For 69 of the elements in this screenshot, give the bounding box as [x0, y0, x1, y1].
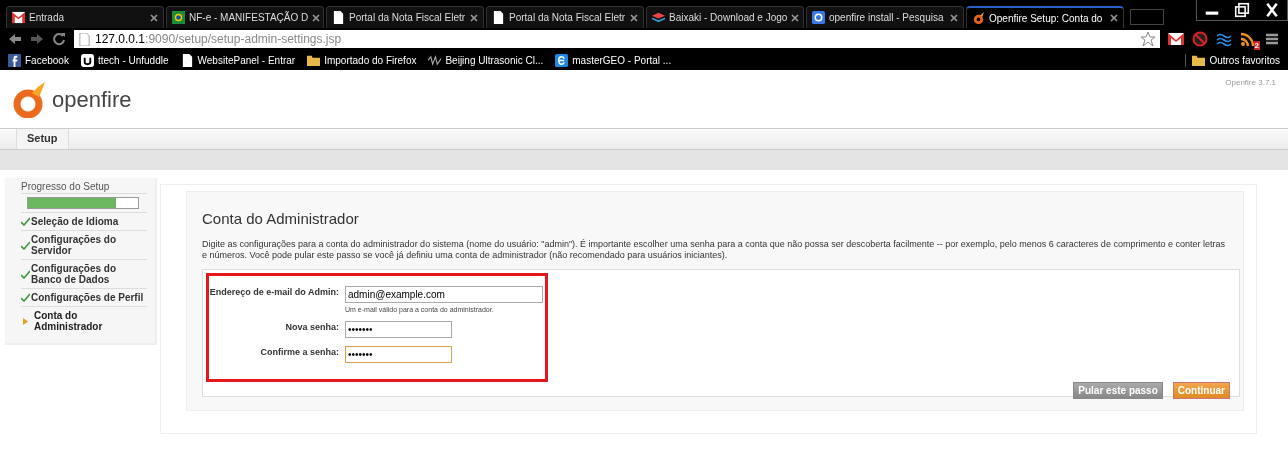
nav-tab[interactable]: Setup: [16, 129, 69, 149]
wave-icon: [428, 53, 442, 67]
e-logo-icon: [555, 53, 569, 67]
star-icon[interactable]: [1140, 31, 1156, 47]
facebook-icon: [8, 53, 21, 67]
setup-step[interactable]: Conta do Administrador: [21, 306, 147, 335]
browser-tab[interactable]: Portal da Nota Fiscal Eletr: [486, 6, 644, 28]
search-engine-icon: [812, 11, 825, 24]
close-icon[interactable]: [470, 13, 478, 22]
bookmark-link[interactable]: WebsitePanel - Entrar: [180, 53, 296, 67]
flame-icon: [972, 11, 985, 25]
bookmark-link[interactable]: masterGEO - Portal ...: [555, 53, 672, 67]
page-icon: [78, 32, 91, 46]
bookmark-link[interactable]: Importado do Firefox: [307, 53, 417, 67]
waves-icon[interactable]: [1216, 31, 1232, 47]
setup-step[interactable]: Configurações de Perfil: [21, 288, 147, 306]
close-icon[interactable]: [312, 13, 321, 22]
openfire-logo-text: openfire: [52, 87, 132, 113]
check-icon: [21, 269, 30, 279]
back-icon[interactable]: [8, 32, 22, 46]
setup-step[interactable]: Seleção de Idioma: [21, 212, 147, 230]
input-field[interactable]: •••••••: [345, 346, 452, 363]
page-icon: [492, 11, 505, 24]
rss-icon[interactable]: [1240, 31, 1256, 47]
browser-tab[interactable]: Entrada: [6, 6, 164, 28]
bookmark-link[interactable]: ttech - Unfuddle: [80, 53, 169, 67]
close-icon[interactable]: [630, 13, 638, 22]
description-text: Digite as configurações para a conta do administrador do sistema (nome do usuário: "admin"). É importante escolher uma senha para a conta que não possa ser descoberta facilmente -- por exemplo, pelo menos 6 caracteres de comprimento e conter letras e números. Você pode pular este passo se você já definiu uma conta de administrador (não recomendado para usuários iniciantes).: [202, 239, 1226, 261]
layers-icon: [652, 11, 665, 24]
field-label: Nova senha:: [284, 321, 339, 332]
folder-icon: [307, 53, 321, 67]
page-title: Conta do Administrador: [202, 210, 360, 227]
browser-tab[interactable]: Baixaki - Download e Jogo: [646, 6, 804, 28]
version-label: Openfire 3.7.1: [1225, 78, 1276, 87]
bookmark-folder[interactable]: Outros favoritos: [1185, 53, 1280, 67]
blocked-icon[interactable]: [1192, 31, 1208, 47]
bookmark-link[interactable]: Beijing Ultrasonic Cl...: [428, 53, 544, 67]
mail-icon: [12, 11, 25, 24]
field-label: Confirme a senha:: [259, 346, 339, 357]
arrow-icon: [23, 317, 28, 325]
page-icon: [180, 53, 194, 67]
check-icon: [21, 293, 30, 302]
check-icon: [21, 217, 30, 226]
setup-step[interactable]: Configurações do Servidor: [21, 230, 147, 259]
setup-step[interactable]: Configurações do Banco de Dados: [21, 259, 147, 288]
input-field[interactable]: admin@example.com: [345, 286, 543, 303]
flame-logo-icon: [12, 82, 46, 118]
reload-icon[interactable]: [52, 32, 66, 46]
menu-icon[interactable]: [1264, 31, 1280, 47]
field-label: Endereço de e-mail do Admin:: [209, 286, 339, 297]
input-field[interactable]: •••••••: [345, 321, 452, 338]
check-icon: [21, 240, 30, 250]
browser-tab[interactable]: openfire install - Pesquisa: [806, 6, 964, 28]
close-icon[interactable]: [950, 13, 958, 22]
close-icon[interactable]: [150, 13, 158, 22]
bookmark-link[interactable]: Facebook: [8, 53, 69, 67]
close-icon[interactable]: [791, 13, 800, 22]
u-logo-icon: [80, 53, 94, 67]
browser-tab[interactable]: NF-e - MANIFESTAÇÃO D: [166, 6, 324, 28]
browser-tab[interactable]: Portal da Nota Fiscal Eletr: [326, 6, 484, 28]
address-bar[interactable]: 127.0.0.1:9090/setup/setup-admin-settings.jsp: [74, 30, 1160, 48]
folder-icon: [1192, 53, 1206, 67]
forward-icon[interactable]: [30, 32, 44, 46]
browser-tab[interactable]: Openfire Setup: Conta do: [966, 6, 1124, 28]
page-icon: [332, 11, 345, 24]
feed-count-badge: 2: [1253, 41, 1260, 50]
close-icon[interactable]: [1110, 14, 1118, 22]
mail-icon[interactable]: [1168, 31, 1184, 47]
progress-title: Progresso do Setup: [21, 180, 147, 194]
